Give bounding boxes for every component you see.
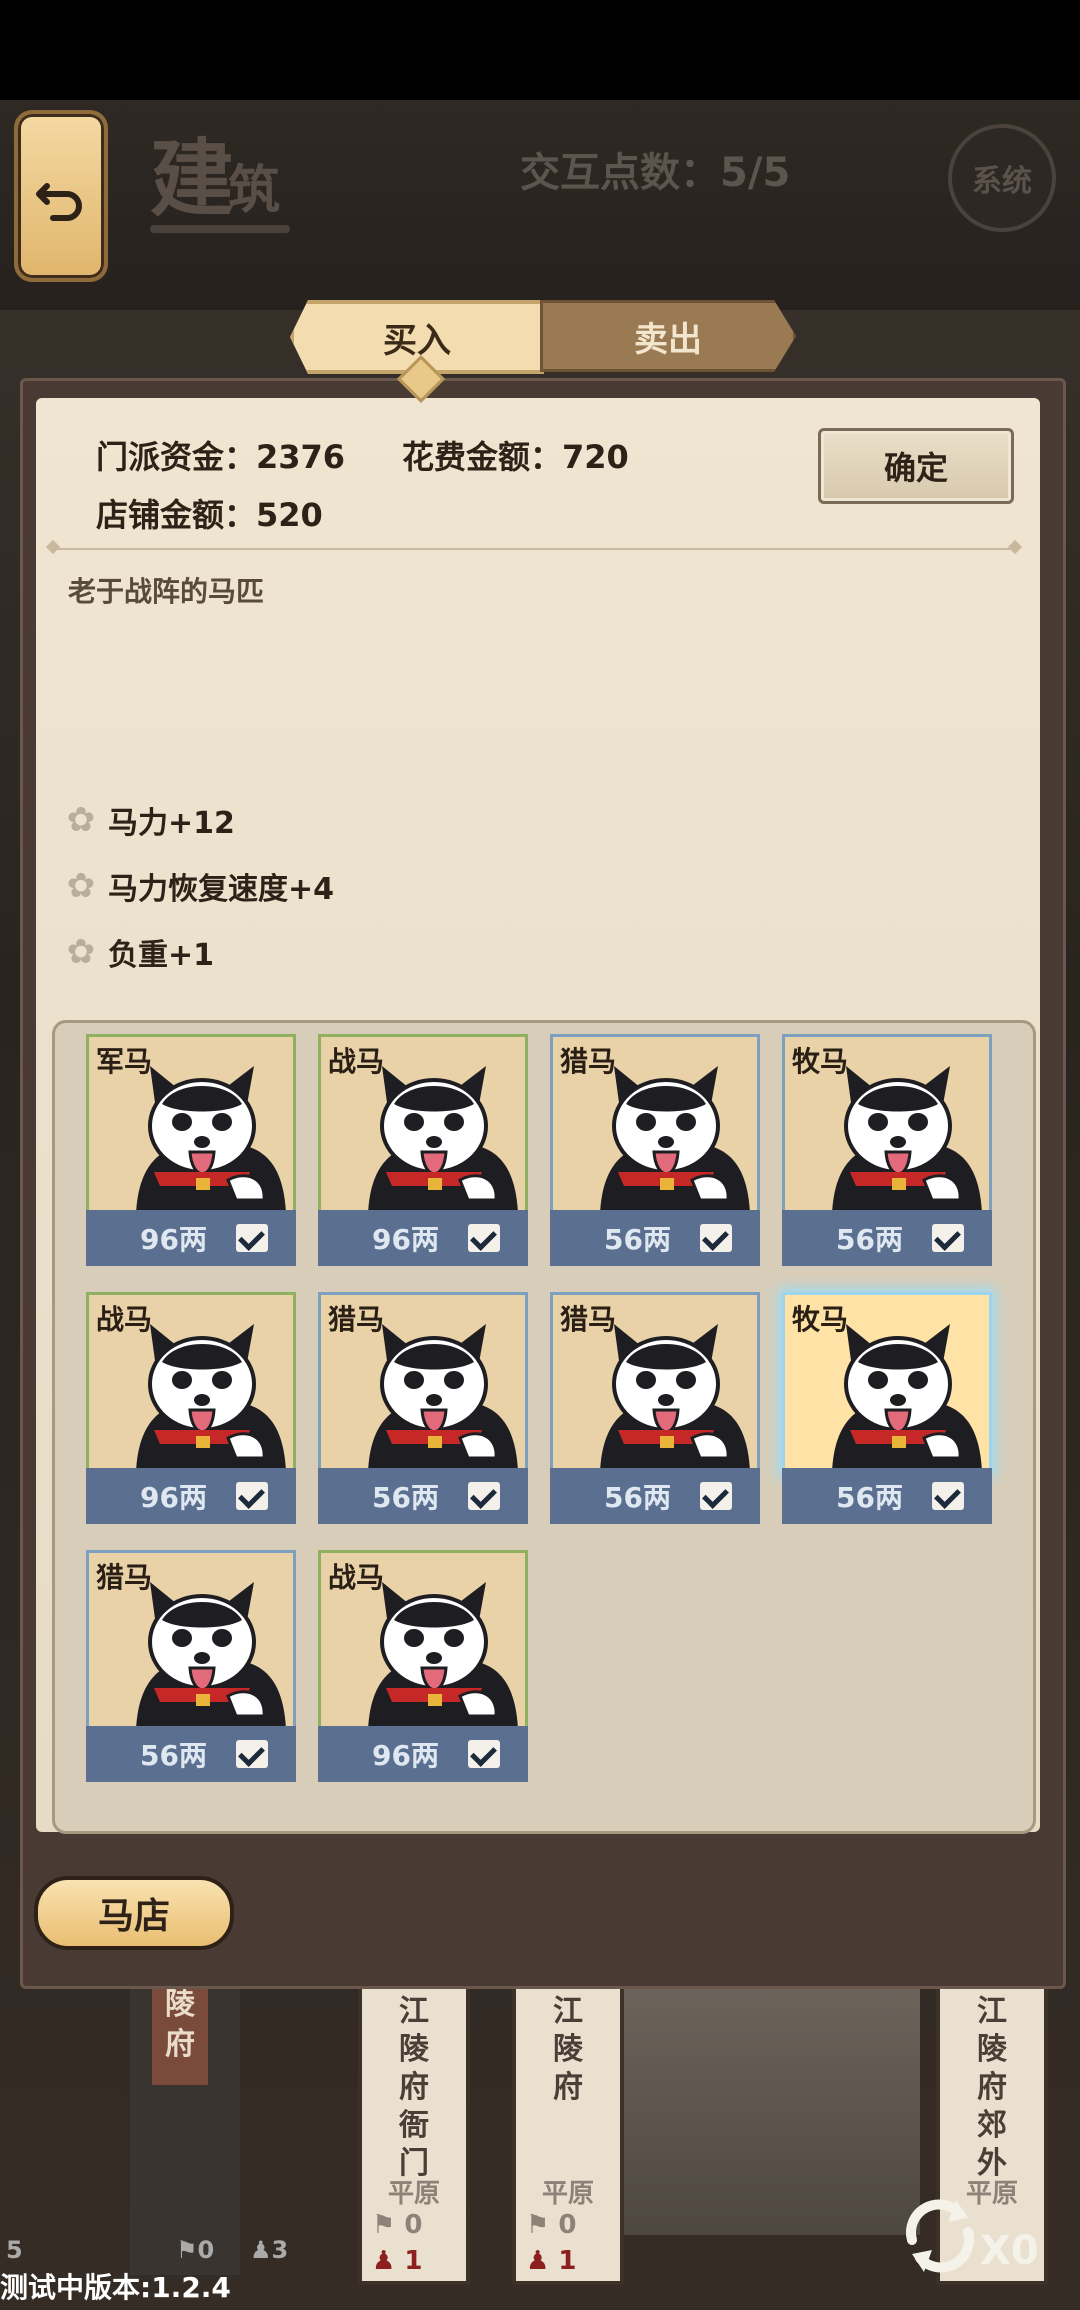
item-name: 猎马: [96, 1561, 153, 1594]
item-price: 96两: [372, 1223, 439, 1256]
terrain-label: 平原: [541, 2179, 594, 2209]
terrain-label: 平原: [387, 2179, 440, 2209]
item-card[interactable]: 牧马 56两: [782, 1292, 992, 1524]
location-name: 江陵府衙门: [399, 1994, 429, 2181]
item-price: 56两: [140, 1739, 207, 1772]
item-price: 96两: [372, 1739, 439, 1772]
location-counts: ⚑ 0 ♟ 1: [372, 2210, 423, 2276]
back-arrow-icon: [36, 183, 82, 221]
attribute-row: ✿ 马力恢复速度+4: [64, 864, 334, 908]
background-buildings: [620, 1985, 920, 2235]
star-icon: ✿: [66, 800, 96, 840]
item-card[interactable]: 战马 96两: [318, 1034, 528, 1266]
tab-sell[interactable]: 卖出: [540, 300, 796, 372]
sect-funds: 门派资金：2376: [96, 438, 346, 476]
checkbox-checked-icon[interactable]: [468, 1482, 500, 1510]
husky-portrait-icon: [366, 1064, 518, 1214]
husky-portrait-icon: [830, 1322, 982, 1472]
title-underline: [150, 225, 290, 233]
attribute-text: 马力+12: [108, 806, 235, 841]
version-label: 测试中版本:1.2.4: [0, 2271, 231, 2304]
location-name: 江陵府郊外: [977, 1994, 1007, 2181]
item-name: 牧马: [792, 1045, 849, 1078]
husky-portrait-icon: [598, 1322, 750, 1472]
item-name: 猎马: [328, 1303, 385, 1336]
checkbox-checked-icon[interactable]: [700, 1482, 732, 1510]
star-icon: ✿: [66, 932, 96, 972]
item-card[interactable]: 战马 96两: [318, 1550, 528, 1782]
item-price: 56两: [604, 1481, 671, 1514]
refresh-count: X0: [980, 2228, 1039, 2274]
item-name: 猎马: [560, 1303, 617, 1336]
item-name: 战马: [328, 1561, 385, 1594]
refresh-icon[interactable]: [890, 2184, 990, 2284]
page-title: 建筑: [150, 129, 280, 228]
item-card[interactable]: 战马 96两: [86, 1292, 296, 1524]
husky-portrait-icon: [134, 1580, 286, 1730]
item-price: 56两: [604, 1223, 671, 1256]
husky-portrait-icon: [134, 1064, 286, 1214]
checkbox-checked-icon[interactable]: [468, 1740, 500, 1768]
star-icon: ✿: [66, 866, 96, 906]
husky-portrait-icon: [134, 1322, 286, 1472]
item-name: 牧马: [792, 1303, 849, 1336]
item-name: 军马: [96, 1045, 153, 1078]
husky-portrait-icon: [830, 1064, 982, 1214]
checkbox-checked-icon[interactable]: [932, 1224, 964, 1252]
item-card[interactable]: 猎马 56两: [550, 1292, 760, 1524]
item-price: 56两: [836, 1223, 903, 1256]
system-button[interactable]: 系统: [948, 124, 1056, 232]
interaction-points: 交互点数：5/5: [520, 150, 791, 196]
item-price: 56两: [372, 1481, 439, 1514]
item-card[interactable]: 猎马 56两: [86, 1550, 296, 1782]
checkbox-checked-icon[interactable]: [236, 1482, 268, 1510]
city-sign: 陵府: [152, 1985, 208, 2085]
attribute-row: ✿ 马力+12: [64, 798, 235, 842]
item-card[interactable]: 猎马 56两: [318, 1292, 528, 1524]
location-card-yamen[interactable]: 江陵府衙门 平原 ⚑ 0 ♟ 1: [358, 1985, 470, 2285]
back-button[interactable]: [14, 110, 108, 282]
husky-portrait-icon: [366, 1322, 518, 1472]
item-description: 老于战阵的马匹: [68, 575, 265, 608]
divider: [54, 548, 1014, 550]
checkbox-checked-icon[interactable]: [700, 1224, 732, 1252]
item-price: 96两: [140, 1481, 207, 1514]
spend-amount: 花费金额：720: [402, 438, 629, 476]
item-price: 56两: [836, 1481, 903, 1514]
attribute-text: 马力恢复速度+4: [108, 872, 335, 907]
checkbox-checked-icon[interactable]: [932, 1482, 964, 1510]
location-card-jiangling[interactable]: 江陵府 平原 ⚑ 0 ♟ 1: [512, 1985, 624, 2285]
item-name: 战马: [328, 1045, 385, 1078]
checkbox-checked-icon[interactable]: [236, 1740, 268, 1768]
shop-name-button[interactable]: 马店: [34, 1876, 234, 1950]
location-name: 江陵府: [553, 1994, 583, 2105]
husky-portrait-icon: [366, 1580, 518, 1730]
husky-portrait-icon: [598, 1064, 750, 1214]
item-name: 战马: [96, 1303, 153, 1336]
location-counts: ⚑ 0 ♟ 1: [526, 2210, 577, 2276]
attribute-row: ✿ 负重+1: [64, 930, 214, 974]
item-name: 猎马: [560, 1045, 617, 1078]
checkbox-checked-icon[interactable]: [236, 1224, 268, 1252]
item-card[interactable]: 猎马 56两: [550, 1034, 760, 1266]
shop-amount: 店铺金额：520: [96, 496, 323, 534]
item-price: 96两: [140, 1223, 207, 1256]
confirm-button[interactable]: 确定: [818, 428, 1014, 504]
item-card[interactable]: 牧马 56两: [782, 1034, 992, 1266]
checkbox-checked-icon[interactable]: [468, 1224, 500, 1252]
item-card[interactable]: 军马 96两: [86, 1034, 296, 1266]
attribute-text: 负重+1: [108, 938, 215, 973]
